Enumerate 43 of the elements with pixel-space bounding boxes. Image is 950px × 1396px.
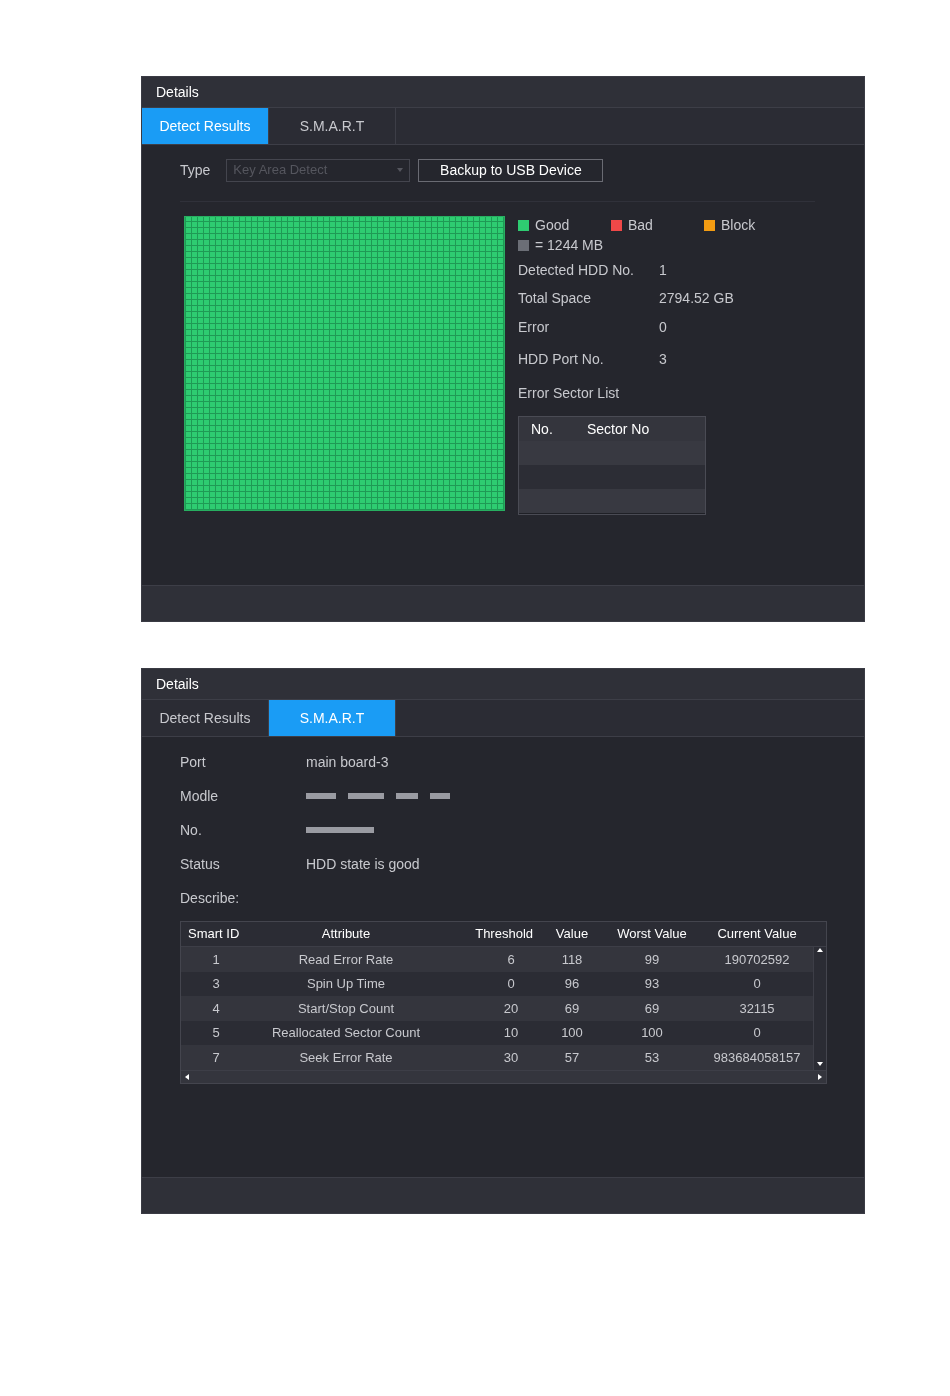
info-label: Detected HDD No.	[518, 260, 635, 280]
column-header: Current Value	[716, 925, 798, 944]
legend-label: = 1244 MB	[535, 235, 604, 255]
column-header: Worst Value	[616, 925, 688, 944]
tab[interactable]: S.M.A.R.T	[269, 108, 396, 144]
column-header: Attribute	[320, 925, 372, 944]
left-arrow-icon[interactable]	[185, 1073, 189, 1080]
info-label: Total Space	[518, 288, 593, 308]
column-header: No.	[530, 419, 554, 439]
window-title: Details	[156, 82, 199, 102]
table-row[interactable]: 4 Start/Stop Count 20 69 69 32115	[181, 996, 813, 1021]
info-value: 2794.52 GB	[659, 288, 734, 308]
up-arrow-icon[interactable]	[817, 948, 823, 952]
column-header: Smart ID	[187, 925, 241, 944]
column-header: Threshold	[474, 925, 534, 944]
info-label: HDD Port No.	[518, 349, 605, 369]
field-value: HDD state is good	[306, 854, 420, 874]
column-header: Sector No	[587, 419, 650, 439]
column-header: Value	[554, 925, 590, 944]
redacted-value-drawing	[306, 827, 374, 833]
field-value: main board-3	[306, 752, 389, 772]
legend-label: Bad	[628, 215, 653, 235]
field-label: Modle	[180, 786, 220, 806]
section-label: Error Sector List	[518, 383, 621, 403]
field-label: Status	[180, 854, 221, 874]
info-value: 1	[659, 260, 667, 280]
legend-label: Block	[721, 215, 756, 235]
field-label: No.	[180, 820, 203, 840]
field-label: Type	[180, 160, 211, 180]
window-title: Details	[156, 674, 199, 694]
field-label: Describe:	[180, 888, 241, 908]
down-arrow-icon[interactable]	[817, 1061, 823, 1066]
info-value: 3	[659, 349, 667, 369]
field-label: Port	[180, 752, 207, 772]
info-value: 0	[659, 317, 667, 337]
caret-icon	[397, 168, 404, 172]
vertical-scrollbar[interactable]	[813, 947, 826, 1070]
backup-button[interactable]: Backup to USB Device	[418, 158, 604, 182]
legend-label: Good	[535, 215, 570, 235]
right-arrow-icon[interactable]	[818, 1073, 822, 1080]
table-row[interactable]: 7 Seek Error Rate 30 57 53 983684058157	[181, 1045, 813, 1070]
info-label: Error	[518, 317, 551, 337]
table-row[interactable]: 1 Read Error Rate 6 118 99 190702592	[181, 947, 813, 972]
